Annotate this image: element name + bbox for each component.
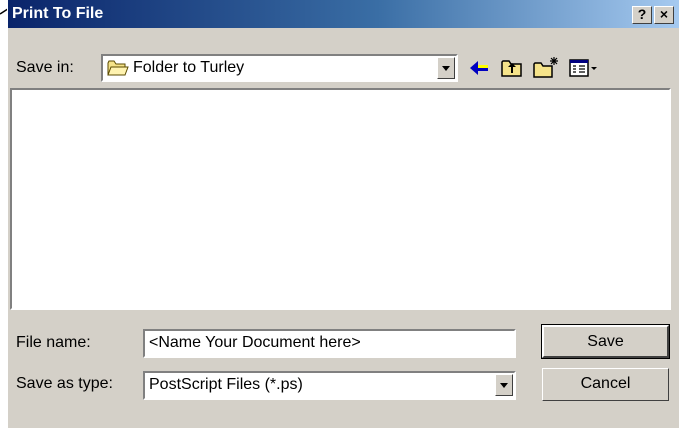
save-in-value: Folder to Turley [133, 59, 245, 76]
chevron-down-icon[interactable] [437, 57, 455, 79]
save-as-type-label: Save as type: [16, 375, 113, 392]
save-button[interactable]: Save [541, 324, 670, 359]
close-button[interactable]: × [654, 6, 674, 24]
dialog-title: Print To File [12, 5, 104, 22]
file-name-value: <Name Your Document here> [149, 334, 361, 351]
file-list-view[interactable] [10, 88, 671, 310]
folder-icon [107, 60, 129, 76]
view-menu-icon[interactable] [568, 55, 600, 81]
file-name-label: File name: [16, 334, 91, 351]
save-as-type-combo[interactable]: PostScript Files (*.ps) [143, 371, 516, 400]
save-in-combo[interactable]: Folder to Turley [101, 54, 458, 82]
help-button[interactable]: ? [632, 6, 652, 24]
up-one-level-icon[interactable] [499, 55, 525, 81]
title-bar: Print To File ? × [8, 0, 679, 28]
file-name-field[interactable]: <Name Your Document here> [143, 329, 516, 358]
save-in-label: Save in: [16, 59, 74, 76]
new-folder-icon[interactable] [532, 55, 560, 81]
print-to-file-dialog: Print To File ? × Save in: Folder to Tur… [7, 0, 679, 428]
chevron-down-icon[interactable] [495, 374, 513, 396]
back-arrow-icon[interactable] [466, 55, 492, 81]
cancel-button[interactable]: Cancel [542, 368, 669, 401]
save-as-type-value: PostScript Files (*.ps) [149, 376, 303, 393]
